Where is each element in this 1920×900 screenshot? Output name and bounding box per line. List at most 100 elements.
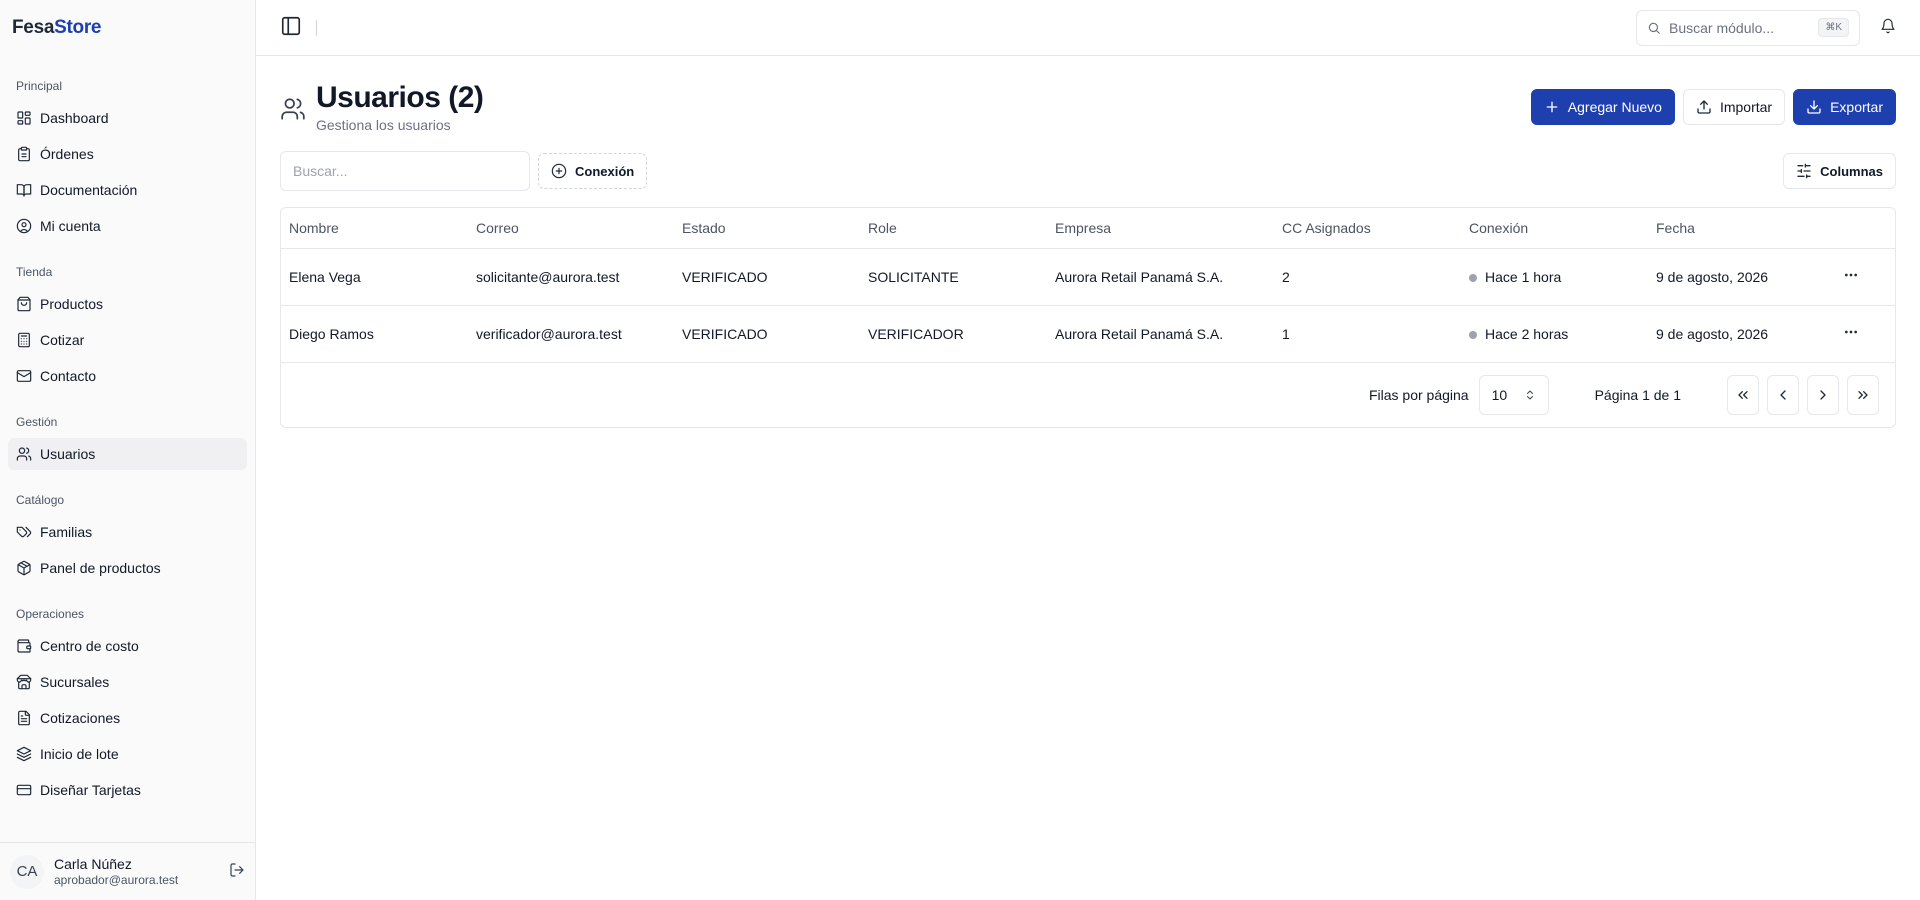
page-subtitle: Gestiona los usuarios: [316, 117, 451, 133]
mail-icon: [16, 370, 32, 382]
sidebar-item-label: Órdenes: [40, 146, 94, 162]
cell-estado: VERIFICADO: [674, 305, 860, 363]
book-open-icon: [16, 184, 32, 197]
bell-icon: [1881, 18, 1895, 34]
sliders-icon: [1797, 163, 1811, 179]
connection-filter-label: Conexión: [575, 163, 635, 179]
module-search[interactable]: ⌘K: [1636, 9, 1860, 46]
column-header-nombre[interactable]: Nombre: [281, 208, 468, 249]
sidebar-item-inicio-de-lote[interactable]: Inicio de lote: [8, 738, 247, 770]
column-header-estado[interactable]: Estado: [674, 208, 860, 249]
prev-page-button[interactable]: [1767, 374, 1799, 415]
table-search-input[interactable]: [280, 151, 530, 191]
sidebar-item-sucursales[interactable]: Sucursales: [8, 666, 247, 698]
nav-group-label: Tienda: [16, 265, 53, 279]
credit-card-icon: [16, 784, 32, 796]
chevrons-right-icon: [1858, 390, 1868, 399]
last-page-button[interactable]: [1847, 374, 1879, 415]
store-icon: [16, 674, 32, 690]
rows-per-page-value: 10: [1491, 386, 1508, 403]
rows-per-page-select[interactable]: 10: [1478, 374, 1549, 415]
page-content: Usuarios (2) Gestiona los usuarios Agreg…: [256, 56, 1920, 428]
column-header-empresa[interactable]: Empresa: [1047, 208, 1274, 249]
upload-icon: [1697, 100, 1711, 114]
sidebar-item-cotizaciones[interactable]: Cotizaciones: [8, 702, 247, 734]
sidebar-toggle-button[interactable]: [280, 15, 302, 40]
sidebar-item-label: Usuarios: [40, 446, 96, 462]
cell-cc-asignados: 1: [1274, 305, 1461, 363]
cell-correo: solicitante@aurora.test: [468, 248, 674, 306]
nav-group-gestion: Gestión Usuarios: [8, 406, 247, 470]
sidebar-item-label: Inicio de lote: [40, 746, 119, 762]
sidebar-item-label: Contacto: [40, 368, 97, 384]
export-label: Exportar: [1830, 99, 1883, 115]
next-page-button[interactable]: [1807, 374, 1839, 415]
table-row[interactable]: Diego Ramos verificador@aurora.test VERI…: [281, 305, 1895, 363]
row-actions-button[interactable]: [1843, 270, 1859, 286]
sidebar-item-panel-de-productos[interactable]: Panel de productos: [8, 552, 247, 584]
cell-fecha: 9 de agosto, 2026: [1648, 305, 1835, 363]
sidebar-item-label: Mi cuenta: [40, 218, 101, 234]
first-page-button[interactable]: [1727, 374, 1759, 415]
header-actions: Agregar Nuevo Importar Exportar: [1530, 89, 1896, 125]
module-search-input[interactable]: [1669, 19, 1811, 36]
cell-actions: [1835, 305, 1895, 363]
table-row[interactable]: Elena Vega solicitante@aurora.test VERIF…: [281, 248, 1895, 306]
column-header-cc-asignados[interactable]: CC Asignados: [1274, 208, 1461, 249]
user-info: Carla Núñez aprobador@aurora.test: [54, 856, 219, 887]
plus-icon: [1546, 101, 1558, 113]
chevron-right-icon: [1820, 389, 1826, 400]
avatar[interactable]: CA: [10, 854, 44, 889]
cell-conexion: Hace 2 horas: [1461, 305, 1648, 363]
users-icon: [16, 447, 32, 461]
status-dot: [1469, 330, 1477, 339]
chevrons-up-down-icon: [1526, 390, 1533, 399]
page-info: Página 1 de 1: [1594, 386, 1681, 403]
sidebar-item-documentacion[interactable]: Documentación: [8, 174, 247, 206]
chevron-left-icon: [1780, 389, 1786, 400]
cell-actions: [1835, 248, 1895, 306]
cell-cc-asignados: 2: [1274, 248, 1461, 306]
sidebar-item-label: Cotizar: [40, 332, 85, 348]
row-actions-button[interactable]: [1843, 327, 1859, 343]
column-header-role[interactable]: Role: [860, 208, 1047, 249]
connection-filter-button[interactable]: Conexión: [538, 153, 648, 189]
shopping-bag-icon: [17, 296, 31, 312]
connection-text: Hace 1 hora: [1485, 268, 1562, 285]
nav-group-operaciones: Operaciones Centro de costo Sucursales C…: [8, 598, 247, 806]
column-header-fecha[interactable]: Fecha: [1648, 208, 1835, 249]
sidebar-item-contacto[interactable]: Contacto: [8, 360, 247, 392]
columns-button[interactable]: Columnas: [1783, 153, 1896, 189]
page-title: Usuarios (2): [316, 81, 484, 114]
brand-logo[interactable]: Fesa Store: [0, 0, 255, 56]
users-table: Nombre Correo Estado Role Empresa CC Asi…: [280, 207, 1896, 428]
pagination: Filas por página 10 Página 1 de 1: [281, 363, 1895, 427]
tags-icon: [16, 526, 32, 538]
table-toolbar: Conexión Columnas: [280, 151, 1896, 191]
export-button[interactable]: Exportar: [1793, 89, 1896, 125]
sidebar-item-usuarios[interactable]: Usuarios: [8, 438, 247, 470]
brand-name-part2: Store: [54, 17, 102, 38]
sidebar-item-mi-cuenta[interactable]: Mi cuenta: [8, 210, 247, 242]
cell-nombre: Elena Vega: [281, 248, 468, 306]
sidebar-item-cotizar[interactable]: Cotizar: [8, 324, 247, 356]
sidebar-item-disenar-tarjetas[interactable]: Diseñar Tarjetas: [8, 774, 247, 806]
sidebar-nav: Principal Dashboard Órdenes Documentació…: [0, 56, 255, 842]
users-icon: [280, 96, 306, 125]
user-circle-icon: [16, 218, 32, 234]
sidebar-item-ordenes[interactable]: Órdenes: [8, 138, 247, 170]
nav-group-label: Catálogo: [16, 493, 65, 507]
sidebar-item-dashboard[interactable]: Dashboard: [8, 102, 247, 134]
column-header-conexion[interactable]: Conexión: [1461, 208, 1648, 249]
logout-button[interactable]: [229, 862, 245, 881]
import-button[interactable]: Importar: [1682, 89, 1786, 125]
add-new-button[interactable]: Agregar Nuevo: [1530, 89, 1675, 125]
layers-icon: [16, 746, 32, 762]
sidebar-item-productos[interactable]: Productos: [8, 288, 247, 320]
sidebar-item-label: Documentación: [40, 182, 138, 198]
notifications-button[interactable]: [1880, 18, 1896, 37]
sidebar-item-centro-de-costo[interactable]: Centro de costo: [8, 630, 247, 662]
rows-per-page-label: Filas por página: [1368, 386, 1469, 403]
sidebar-item-familias[interactable]: Familias: [8, 516, 247, 548]
column-header-correo[interactable]: Correo: [468, 208, 674, 249]
